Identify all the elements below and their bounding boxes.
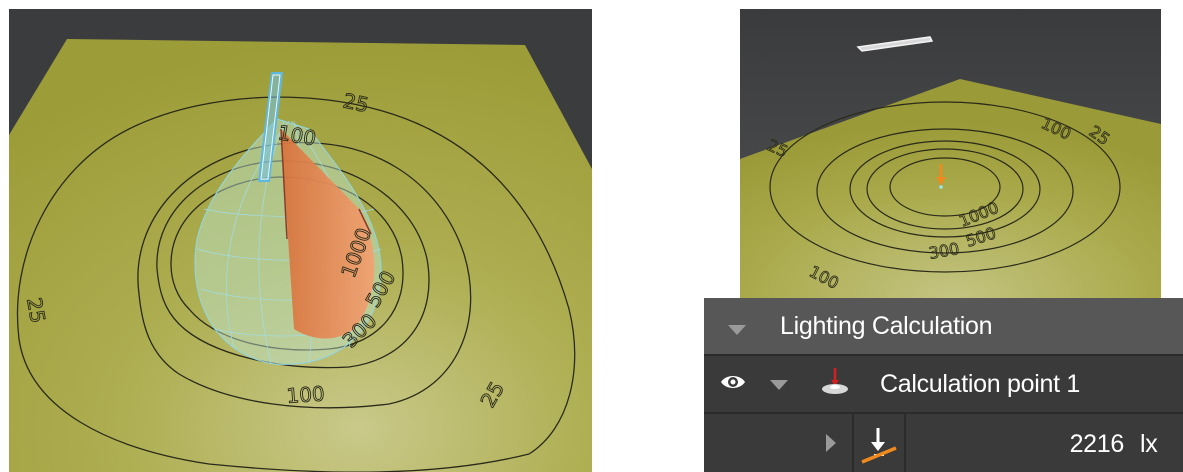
eye-icon[interactable] xyxy=(720,372,746,397)
calculation-point-label: Calculation point 1 xyxy=(880,370,1080,398)
left-3d-viewport[interactable]: 25 100 300 500 1000 25 25 100 xyxy=(9,9,592,472)
triangle-right-icon[interactable] xyxy=(826,434,836,457)
illuminance-value: 2216 xyxy=(1069,430,1125,458)
triangle-down-icon[interactable] xyxy=(770,377,788,395)
calculation-point-icon xyxy=(820,366,850,401)
right-3d-viewport[interactable]: 25 25 100 1000 500 300 100 xyxy=(740,9,1161,298)
section-header-lighting-calculation[interactable]: Lighting Calculation xyxy=(704,298,1183,354)
list-item-calculation-point[interactable]: Calculation point 1 xyxy=(704,354,1183,412)
illuminance-value-row: 2216 lx xyxy=(704,412,1183,472)
section-title: Lighting Calculation xyxy=(780,312,993,340)
down-arrow-on-plane-icon xyxy=(858,424,898,469)
right-scene: 25 25 100 1000 500 300 100 xyxy=(740,9,1161,298)
left-scene: 25 100 300 500 1000 25 25 100 xyxy=(9,39,592,472)
triangle-down-icon[interactable] xyxy=(728,322,746,340)
illuminance-unit: lx xyxy=(1140,430,1158,458)
contour-label: 25 xyxy=(22,296,50,325)
contour-label: 100 xyxy=(286,381,326,408)
lighting-calculation-panel: Lighting Calculation Calculation point 1 xyxy=(704,298,1183,472)
